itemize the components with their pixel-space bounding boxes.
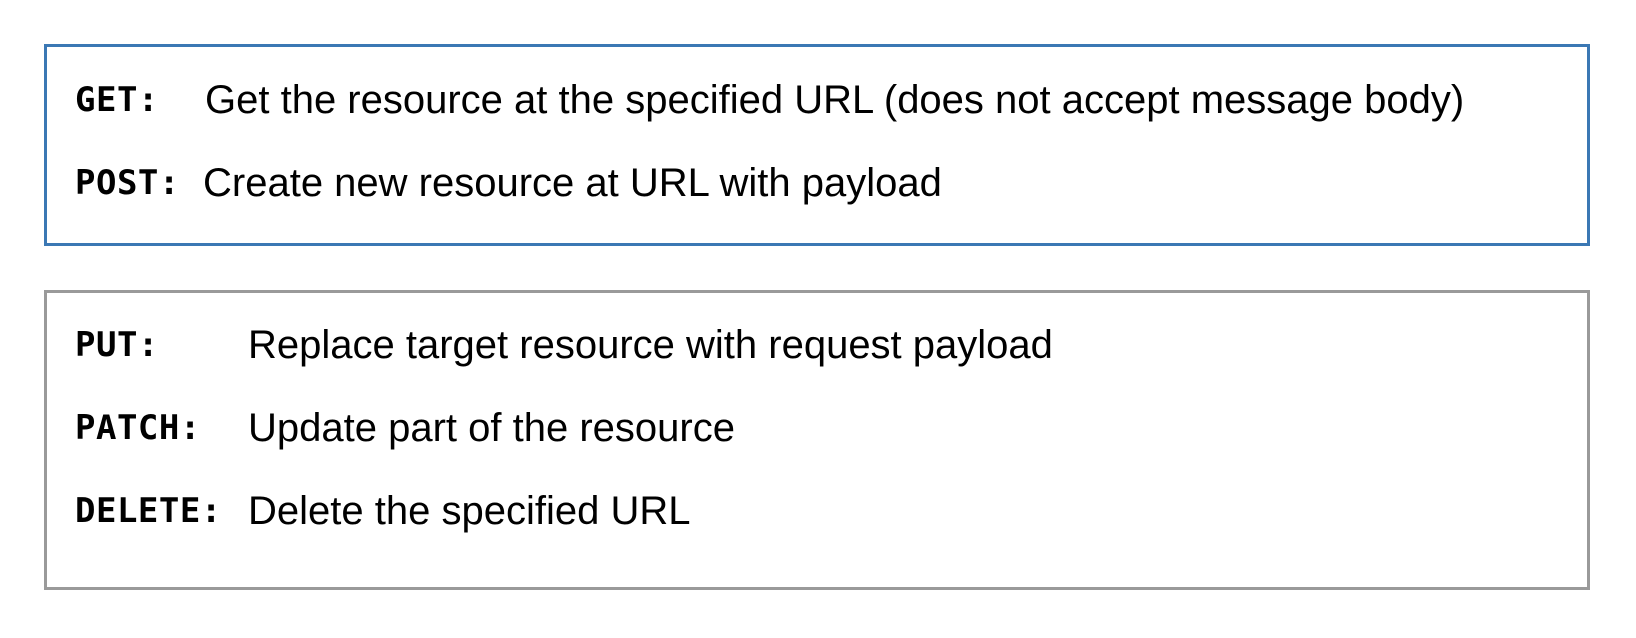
method-name-delete: DELETE: [75, 491, 222, 531]
method-row-put: PUT: Replace target resource with reques… [75, 320, 1053, 370]
modify-methods-box: PUT: Replace target resource with reques… [44, 290, 1590, 590]
method-description-get: Get the resource at the specified URL (d… [205, 77, 1465, 122]
method-description-delete: Delete the specified URL [248, 488, 691, 533]
method-row-post: POST: Create new resource at URL with pa… [75, 158, 942, 208]
method-name-get: GET: [75, 80, 159, 120]
method-row-get: GET: Get the resource at the specified U… [75, 75, 1464, 125]
method-row-patch: PATCH: Update part of the resource [75, 403, 735, 453]
method-name-put: PUT: [75, 325, 159, 365]
method-name-patch: PATCH: [75, 408, 201, 448]
method-name-post: POST: [75, 163, 180, 203]
method-description-put: Replace target resource with request pay… [248, 322, 1053, 367]
method-description-post: Create new resource at URL with payload [203, 160, 942, 205]
safe-methods-box: GET: Get the resource at the specified U… [44, 44, 1590, 246]
method-row-delete: DELETE: Delete the specified URL [75, 486, 690, 536]
method-description-patch: Update part of the resource [248, 405, 735, 450]
